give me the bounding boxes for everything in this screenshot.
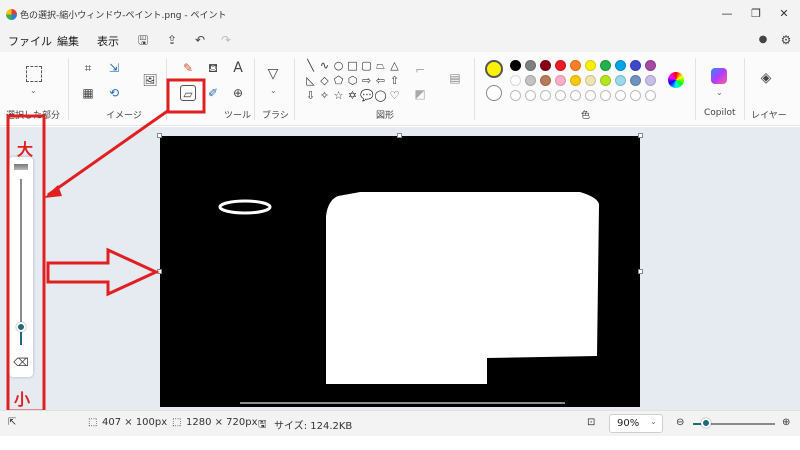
zoom-value: 90%: [617, 418, 640, 429]
image-size-icon: ⬚: [172, 417, 182, 428]
slider-highlight-box: [6, 114, 46, 413]
annotation-arrow-line: [47, 108, 170, 197]
cursor-icon: ⇱: [8, 417, 17, 428]
annotation-block-arrow: [46, 247, 160, 297]
zoom-slider-thumb[interactable]: [701, 418, 711, 428]
chevron-down-icon: ⌄: [650, 417, 657, 426]
fit-to-window-icon[interactable]: ⊡: [587, 417, 595, 428]
zoom-select[interactable]: 90% ⌄: [609, 414, 663, 433]
selection-icon: ⬚: [88, 417, 98, 428]
bottom-strip: [0, 436, 800, 450]
zoom-in-icon[interactable]: ⊕: [782, 417, 790, 428]
selection-size: 407 × 100px: [102, 417, 168, 428]
disk-icon: 🖫: [258, 419, 267, 430]
annotation-small-label: 小: [14, 390, 31, 409]
annotation-large-label: 大: [17, 140, 34, 159]
file-size: サイズ: 124.2KB: [274, 421, 353, 432]
status-bar: ⇱ ⬚ 407 × 100px ⬚ 1280 × 720px 🖫 サイズ: 12…: [0, 410, 800, 436]
eraser-highlight-box: [166, 78, 206, 114]
annotation-overlay: [6, 78, 206, 413]
image-size: 1280 × 720px: [186, 417, 258, 428]
zoom-out-icon[interactable]: ⊖: [676, 417, 684, 428]
